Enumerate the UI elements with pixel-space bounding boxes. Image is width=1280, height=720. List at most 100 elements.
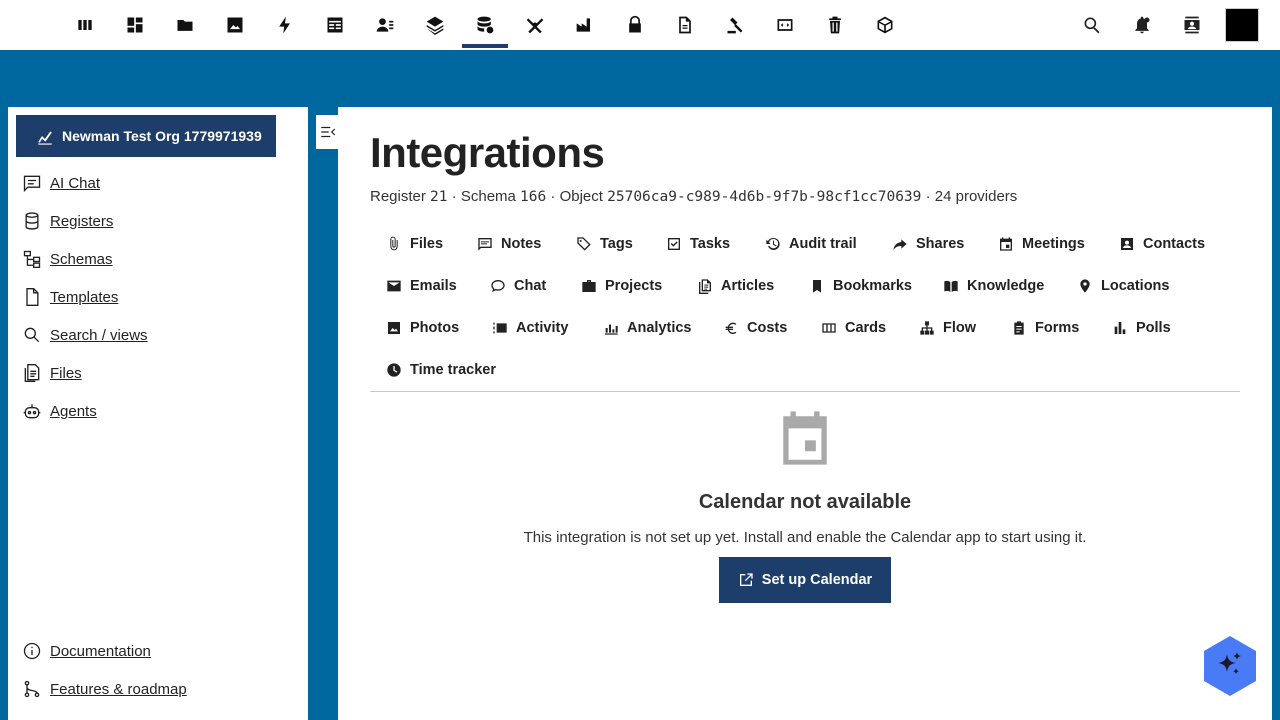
tab-label: Time tracker: [410, 362, 496, 378]
tab-label: Bookmarks: [833, 278, 912, 294]
sidebar-item-schemas[interactable]: Schemas: [22, 247, 113, 271]
tab-cards[interactable]: Cards: [821, 314, 886, 342]
sidebar-item-agents[interactable]: Agents: [22, 399, 97, 423]
tab-label: Cards: [845, 320, 887, 336]
tab-photos[interactable]: Photos: [386, 314, 459, 342]
tab-tasks[interactable]: Tasks: [666, 230, 730, 258]
lightning-icon[interactable]: [262, 0, 308, 50]
tab-knowledge[interactable]: Knowledge: [943, 272, 1044, 300]
external-link-icon: [739, 573, 753, 586]
register-label: Register: [370, 188, 426, 205]
sidebar-item-search-views[interactable]: Search / views: [22, 323, 148, 347]
tab-activity[interactable]: Activity: [492, 314, 568, 342]
flow-icon: [920, 321, 934, 335]
tab-polls[interactable]: Polls: [1112, 314, 1171, 342]
tab-label: Projects: [605, 278, 663, 294]
tab-label: Chat: [514, 278, 547, 294]
chat-icon: [23, 175, 41, 193]
email-icon: [387, 280, 401, 292]
sidebar-item-ai-chat[interactable]: AI Chat: [22, 171, 100, 195]
contact-card-icon: [1121, 238, 1133, 250]
tab-files[interactable]: Files: [386, 230, 443, 258]
tab-bookmarks[interactable]: Bookmarks: [809, 272, 912, 300]
folder-icon[interactable]: [162, 0, 208, 50]
meta-separator: ·: [447, 188, 461, 205]
layers-icon[interactable]: [412, 0, 458, 50]
tab-chat[interactable]: Chat: [490, 272, 546, 300]
table-icon[interactable]: [312, 0, 358, 50]
user-avatar[interactable]: [1225, 8, 1259, 42]
sidebar-item-registers[interactable]: Registers: [22, 209, 113, 233]
tab-meetings[interactable]: Meetings: [998, 230, 1085, 258]
activity-icon: [493, 322, 507, 334]
tab-label: Emails: [410, 278, 457, 294]
tab-articles[interactable]: Articles: [697, 272, 774, 300]
sidebar-item-label: Schemas: [50, 250, 113, 268]
notifications-icon[interactable]: [1122, 0, 1162, 50]
sidebar-item-files[interactable]: Files: [22, 361, 82, 385]
bookmark-icon: [813, 280, 821, 293]
sidebar-item-label: Documentation: [50, 642, 151, 660]
document-icon[interactable]: [662, 0, 708, 50]
code-window-icon[interactable]: [762, 0, 808, 50]
tab-time-tracker[interactable]: Time tracker: [386, 356, 496, 384]
sidebar-item-features-roadmap[interactable]: Features & roadmap: [22, 677, 187, 701]
organization-button[interactable]: Newman Test Org 1779971939: [16, 115, 276, 157]
tab-emails[interactable]: Emails: [386, 272, 457, 300]
sidebar-item-documentation[interactable]: Documentation: [22, 639, 151, 663]
tab-shares[interactable]: Shares: [892, 230, 964, 258]
contacts-list-icon[interactable]: [362, 0, 408, 50]
tab-label: Costs: [747, 320, 788, 336]
tab-notes[interactable]: Notes: [477, 230, 541, 258]
setup-calendar-button[interactable]: Set up Calendar: [719, 557, 891, 603]
organization-name: Newman Test Org 1779971939: [62, 128, 262, 144]
collapse-sidebar-button[interactable]: [316, 115, 340, 149]
cube-icon[interactable]: [862, 0, 908, 50]
robot-icon: [23, 404, 41, 419]
tab-analytics[interactable]: Analytics: [603, 314, 691, 342]
tab-projects[interactable]: Projects: [581, 272, 662, 300]
tab-contacts[interactable]: Contacts: [1119, 230, 1205, 258]
image-icon[interactable]: [212, 0, 258, 50]
search-icon: [24, 327, 40, 343]
page-title: Integrations: [370, 129, 605, 176]
calendar-icon: [1000, 237, 1012, 251]
tab-forms[interactable]: Forms: [1011, 314, 1079, 342]
factory-icon[interactable]: [562, 0, 608, 50]
sidebar-item-label: Files: [50, 364, 82, 382]
tag-icon: [577, 237, 591, 251]
ai-assistant-button[interactable]: [1203, 635, 1257, 697]
database-icon[interactable]: [462, 0, 508, 50]
contacts-icon[interactable]: [1172, 0, 1212, 50]
dashboard-bars-icon[interactable]: [62, 0, 108, 50]
tabs-divider: [370, 391, 1240, 392]
tab-locations[interactable]: Locations: [1077, 272, 1169, 300]
tab-label: Tasks: [690, 236, 731, 252]
database-icon: [25, 212, 39, 230]
info-icon: [23, 642, 41, 660]
tab-label: Flow: [943, 320, 977, 336]
trash-icon[interactable]: [812, 0, 858, 50]
tab-flow[interactable]: Flow: [919, 314, 976, 342]
note-icon: [478, 238, 492, 251]
providers-count: 24 providers: [934, 188, 1018, 205]
tab-label: Articles: [721, 278, 775, 294]
search-icon[interactable]: [1072, 0, 1112, 50]
tab-audit-trail[interactable]: Audit trail: [765, 230, 857, 258]
tab-costs[interactable]: Costs: [723, 314, 787, 342]
share-icon: [893, 239, 907, 250]
grid-icon[interactable]: [112, 0, 158, 50]
tab-label: Shares: [916, 236, 965, 252]
tab-label: Meetings: [1022, 236, 1085, 252]
tab-tags[interactable]: Tags: [576, 230, 633, 258]
tab-label: Activity: [516, 320, 569, 336]
sidebar-item-label: AI Chat: [50, 174, 101, 192]
crossed-tools-icon[interactable]: [512, 0, 558, 50]
clipboard-icon: [1014, 321, 1024, 335]
sidebar-item-templates[interactable]: Templates: [22, 285, 118, 309]
sidebar-item-label: Features & roadmap: [50, 680, 187, 698]
gavel-icon[interactable]: [712, 0, 758, 50]
schema-label: Schema: [460, 188, 516, 205]
lock-icon[interactable]: [612, 0, 658, 50]
cards-icon: [822, 323, 836, 333]
